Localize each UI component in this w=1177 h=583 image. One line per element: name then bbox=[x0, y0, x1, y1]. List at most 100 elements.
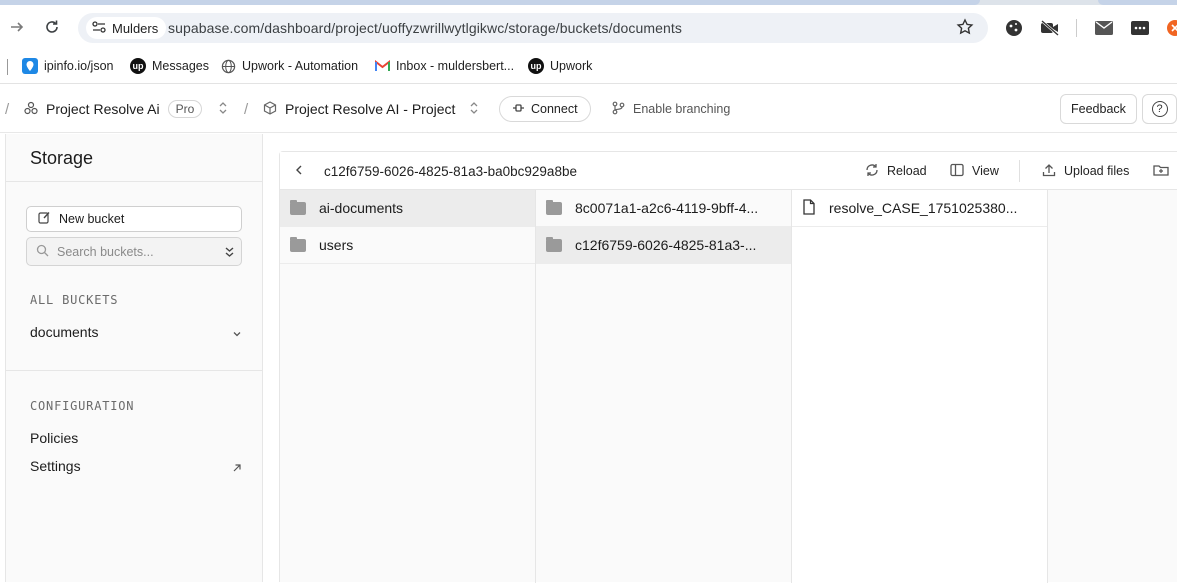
gmail-icon bbox=[374, 58, 390, 74]
connect-wrapper: Connect bbox=[499, 85, 591, 133]
divider bbox=[6, 181, 263, 182]
bookmarks-bar: ipinfo.io/json up Messages Upwork - Auto… bbox=[0, 50, 1177, 84]
connect-button[interactable]: Connect bbox=[499, 96, 591, 122]
current-path: c12f6759-6026-4825-81a3-ba0bc929a8be bbox=[324, 163, 577, 179]
help-button[interactable]: ? bbox=[1142, 94, 1177, 124]
project-name: Project Resolve AI - Project bbox=[285, 101, 456, 117]
enable-branching-button[interactable]: Enable branching bbox=[612, 85, 730, 133]
view-label: View bbox=[972, 164, 999, 178]
bookmark-upwork-automation[interactable]: Upwork - Automation bbox=[220, 58, 358, 74]
forward-icon[interactable] bbox=[5, 15, 29, 39]
url-text[interactable]: supabase.com/dashboard/project/uoffyzwri… bbox=[168, 20, 682, 36]
folder-row-ai-documents[interactable]: ai-documents bbox=[280, 190, 535, 227]
bookmark-label: Inbox - muldersbert... bbox=[396, 59, 515, 73]
chevron-left-icon bbox=[294, 164, 304, 179]
file-name: resolve_CASE_1751025380... bbox=[829, 200, 1018, 216]
reload-icon[interactable] bbox=[40, 15, 64, 39]
bookmark-messages[interactable]: up Messages bbox=[130, 58, 209, 74]
folder-name: c12f6759-6026-4825-81a3-... bbox=[575, 237, 757, 253]
branch-icon bbox=[612, 101, 625, 118]
sidebar-item-policies[interactable]: Policies bbox=[30, 430, 78, 446]
feedback-button[interactable]: Feedback bbox=[1060, 94, 1137, 124]
file-row-resolve-case[interactable]: resolve_CASE_1751025380... bbox=[792, 190, 1047, 227]
sort-chevrons-icon[interactable] bbox=[224, 245, 235, 262]
bookmark-label: Upwork bbox=[550, 59, 593, 73]
folder-row-c12f6759[interactable]: c12f6759-6026-4825-81a3-... bbox=[536, 227, 791, 264]
reload-label: Reload bbox=[887, 164, 927, 178]
feedback-wrapper: Feedback bbox=[1060, 85, 1137, 133]
edit-icon bbox=[38, 211, 51, 227]
project-selector[interactable]: Project Resolve AI - Project bbox=[263, 85, 479, 133]
mail-icon[interactable] bbox=[1093, 17, 1115, 39]
settings-label: Settings bbox=[30, 458, 81, 474]
configuration-heading: CONFIGURATION bbox=[30, 399, 135, 413]
org-selector[interactable]: Project Resolve Ai Pro bbox=[24, 85, 228, 133]
password-icon[interactable] bbox=[1129, 17, 1151, 39]
bookmark-inbox[interactable]: Inbox - muldersbert... bbox=[374, 58, 514, 74]
toolbar-divider bbox=[1019, 160, 1020, 182]
new-bucket-button[interactable]: New bucket bbox=[26, 206, 242, 232]
file-icon bbox=[802, 198, 816, 218]
file-explorer: c12f6759-6026-4825-81a3-ba0bc929a8be Rel… bbox=[279, 151, 1177, 583]
bookmark-label: Upwork - Automation bbox=[242, 59, 359, 73]
bucket-label: documents bbox=[30, 324, 99, 340]
upload-icon bbox=[1042, 163, 1056, 180]
site-settings-icon[interactable] bbox=[92, 20, 106, 36]
extension-orange-icon[interactable] bbox=[1164, 17, 1177, 39]
globe-icon bbox=[220, 58, 236, 74]
view-button[interactable]: View bbox=[950, 152, 999, 190]
bookmark-star-icon[interactable] bbox=[956, 18, 974, 41]
sidebar-item-settings[interactable]: Settings bbox=[30, 458, 242, 474]
explorer-toolbar: c12f6759-6026-4825-81a3-ba0bc929a8be Rel… bbox=[280, 152, 1177, 190]
camera-off-icon[interactable] bbox=[1039, 17, 1061, 39]
create-folder-button[interactable] bbox=[1153, 152, 1169, 190]
upload-files-button[interactable]: Upload files bbox=[1042, 152, 1129, 190]
profile-chip[interactable]: Mulders bbox=[86, 17, 167, 39]
explorer-column-3: resolve_CASE_1751025380... bbox=[792, 190, 1048, 583]
all-buckets-heading: ALL BUCKETS bbox=[30, 293, 119, 307]
chevron-down-icon[interactable] bbox=[232, 326, 242, 342]
plan-badge: Pro bbox=[167, 100, 203, 118]
folder-name: 8c0071a1-a2c6-4119-9bff-4... bbox=[575, 200, 759, 216]
app-header: / Project Resolve Ai Pro / Project Resol… bbox=[0, 85, 1177, 133]
bookmark-ipinfo[interactable]: ipinfo.io/json bbox=[22, 58, 114, 74]
bucket-item-documents[interactable]: documents bbox=[30, 324, 242, 340]
sidebar-title: Storage bbox=[30, 148, 94, 168]
search-buckets-input[interactable]: Search buckets... bbox=[26, 237, 242, 266]
chevron-up-down-icon[interactable] bbox=[218, 101, 228, 118]
storage-sidebar: Storage New bucket Search buckets... ALL… bbox=[5, 134, 263, 582]
folder-icon bbox=[290, 236, 306, 252]
external-link-icon bbox=[232, 460, 242, 476]
folder-plus-icon bbox=[1153, 163, 1169, 180]
cookie-extension-icon[interactable] bbox=[1003, 17, 1025, 39]
explorer-column-4 bbox=[1048, 190, 1177, 583]
new-bucket-label: New bucket bbox=[59, 212, 125, 226]
refresh-icon bbox=[865, 163, 879, 180]
folder-row-8c0071a1[interactable]: 8c0071a1-a2c6-4119-9bff-4... bbox=[536, 190, 791, 227]
reload-button[interactable]: Reload bbox=[865, 152, 927, 190]
connect-label: Connect bbox=[531, 102, 578, 116]
org-name: Project Resolve Ai bbox=[46, 101, 160, 117]
plug-icon bbox=[512, 102, 525, 117]
back-button[interactable] bbox=[294, 152, 304, 190]
search-placeholder: Search buckets... bbox=[57, 244, 154, 259]
folder-icon bbox=[546, 199, 562, 215]
breadcrumb-separator: / bbox=[5, 100, 10, 118]
search-icon bbox=[36, 244, 49, 260]
toolbar-divider bbox=[1076, 19, 1077, 37]
folder-icon bbox=[546, 236, 562, 252]
project-box-icon bbox=[263, 100, 277, 118]
upload-label: Upload files bbox=[1064, 164, 1130, 178]
browser-toolbar: Mulders supabase.com/dashboard/project/u… bbox=[0, 5, 1177, 50]
chevron-up-down-icon[interactable] bbox=[469, 101, 479, 118]
upwork-icon: up bbox=[528, 58, 544, 74]
bookmark-label: Messages bbox=[152, 59, 209, 73]
folder-row-users[interactable]: users bbox=[280, 227, 535, 264]
address-bar[interactable]: Mulders supabase.com/dashboard/project/u… bbox=[78, 13, 988, 43]
help-wrapper: ? bbox=[1142, 85, 1177, 133]
org-icon bbox=[24, 101, 38, 118]
folder-name: ai-documents bbox=[319, 200, 404, 216]
profile-name: Mulders bbox=[112, 20, 159, 36]
bookmark-upwork[interactable]: up Upwork bbox=[528, 58, 592, 74]
breadcrumb-separator: / bbox=[244, 100, 249, 118]
